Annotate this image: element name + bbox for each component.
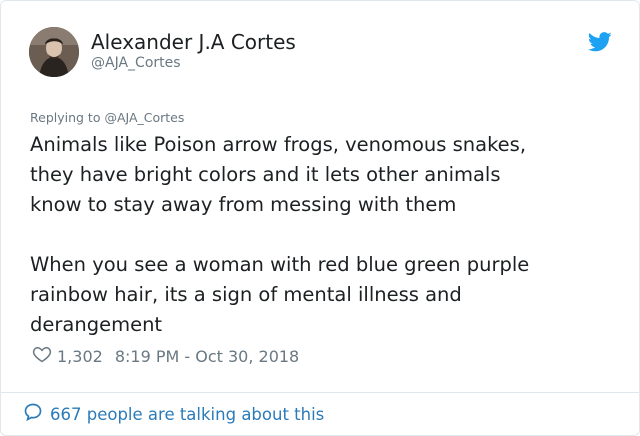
twitter-bird-icon[interactable]	[587, 32, 612, 52]
author-handle[interactable]: @AJA_Cortes	[91, 54, 181, 72]
author-avatar[interactable]	[29, 27, 79, 77]
talking-about-label[interactable]: 667 people are talking about this	[50, 405, 324, 424]
divider	[1, 392, 639, 393]
replying-to-label[interactable]: Replying to @AJA_Cortes	[30, 110, 184, 126]
tweet-paragraph: Animals like Poison arrow frogs, venomou…	[30, 133, 527, 216]
like-count[interactable]: 1,302	[57, 347, 103, 366]
speech-bubble-icon	[23, 402, 50, 426]
tweet-paragraph: When you see a woman with red blue green…	[30, 253, 530, 336]
tweet-meta: 1,302 8:19 PM - Oct 30, 2018	[32, 345, 299, 367]
profile-photo	[29, 27, 79, 77]
talking-about-link[interactable]: 667 people are talking about this	[23, 402, 324, 426]
author-display-name[interactable]: Alexander J.A Cortes	[91, 30, 296, 54]
tweet-card: Alexander J.A Cortes @AJA_Cortes Replyin…	[0, 0, 640, 436]
tweet-timestamp[interactable]: 8:19 PM - Oct 30, 2018	[115, 347, 299, 366]
heart-outline-icon[interactable]	[32, 344, 57, 368]
tweet-text: Animals like Poison arrow frogs, venomou…	[30, 130, 620, 340]
